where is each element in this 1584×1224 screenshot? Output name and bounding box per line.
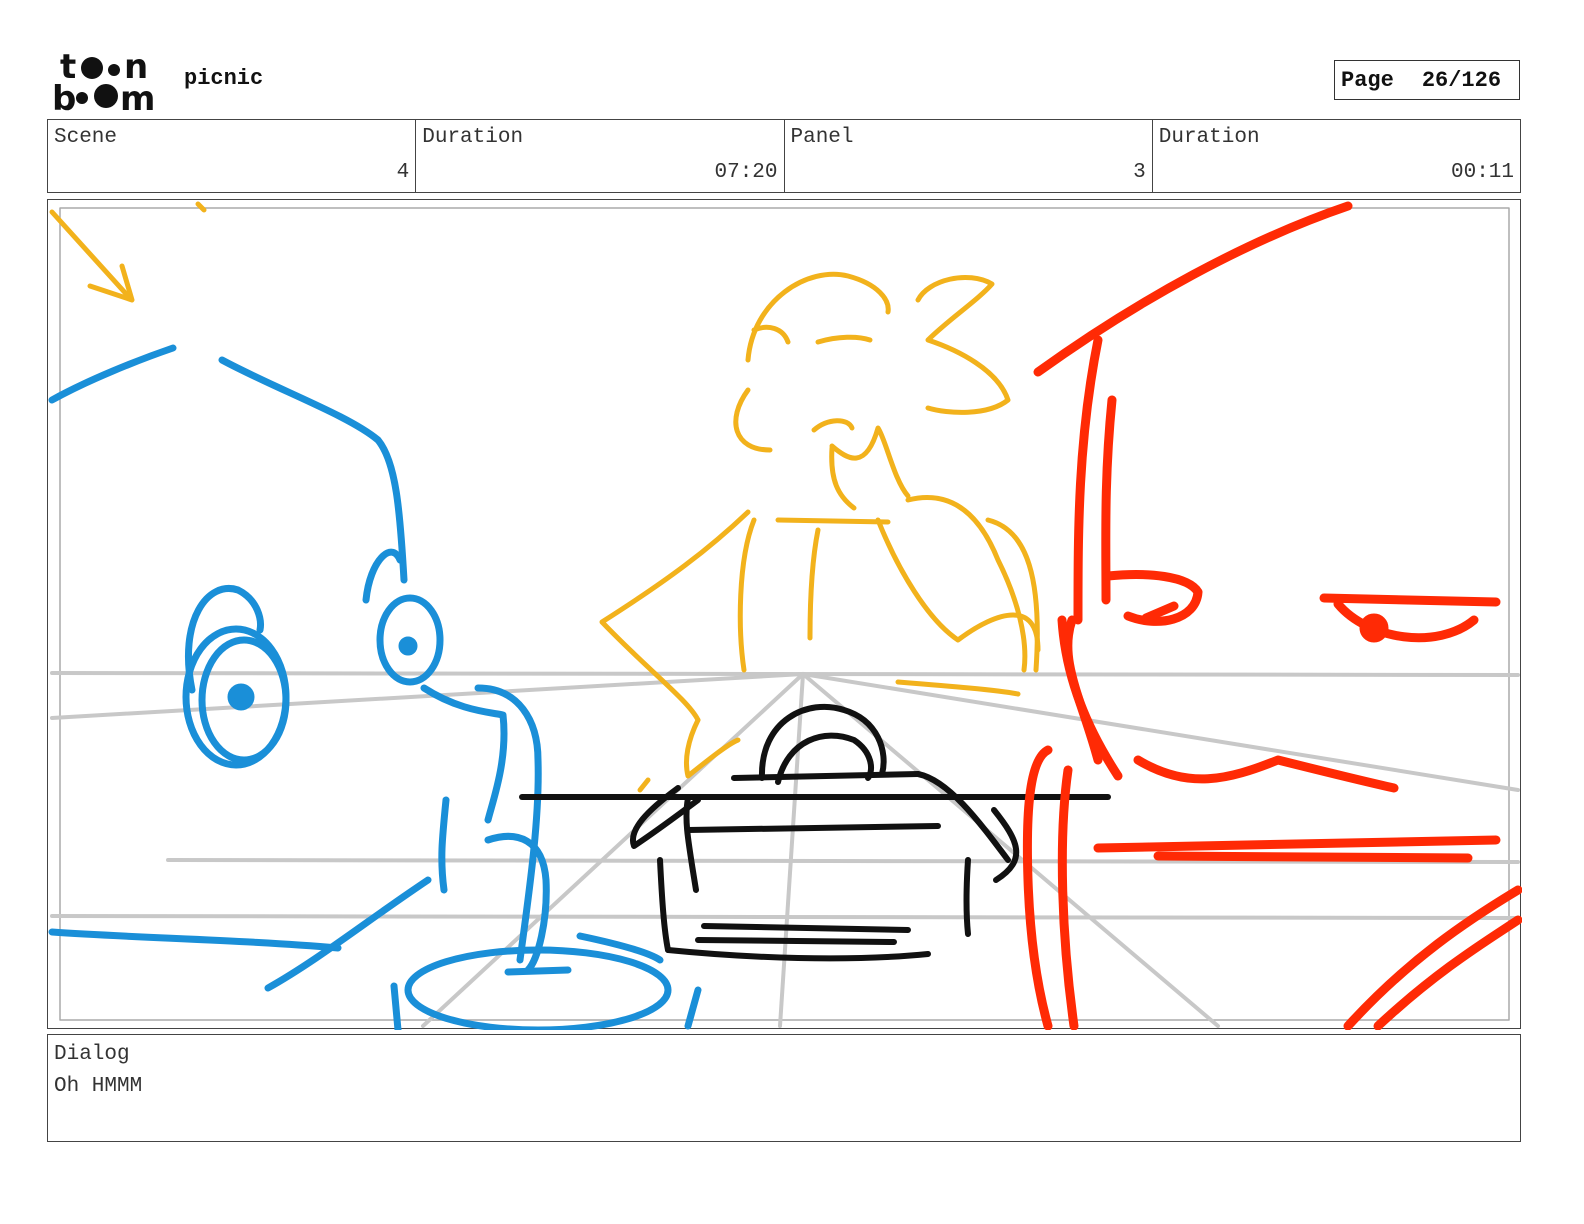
svg-text:b: b	[52, 79, 76, 114]
scene-value: 4	[396, 161, 410, 184]
scene-cell: Scene 4	[48, 120, 417, 192]
safe-frame	[59, 207, 1510, 1021]
project-title: picnic	[184, 66, 264, 91]
dialog-text: Oh HMMM	[54, 1075, 143, 1098]
blue-character	[48, 344, 702, 1030]
panel-sketch	[48, 201, 1522, 1030]
panel-duration-cell: Duration 00:11	[1153, 120, 1520, 192]
page-number: 26/126	[1421, 67, 1502, 93]
toon-boom-logo: t n b m	[52, 48, 155, 114]
panel-duration-value: 00:11	[1450, 161, 1514, 184]
dialog-box: Dialog Oh HMMM	[47, 1034, 1521, 1142]
yellow-arrow	[49, 201, 207, 303]
page-label: Page	[1341, 67, 1394, 93]
yellow-character	[599, 271, 1041, 793]
picnic-basket	[519, 703, 1111, 962]
svg-text:m: m	[120, 79, 155, 114]
panel-label: Panel	[790, 126, 854, 149]
panel-value: 3	[1133, 161, 1146, 184]
scene-duration-value: 07:20	[714, 161, 778, 184]
red-character	[1022, 201, 1522, 1030]
info-bar: Scene 4 Duration 07:20 Panel 3 Duration …	[47, 119, 1521, 193]
page-indicator: Page 26/126	[1334, 60, 1520, 100]
scene-duration-label: Duration	[422, 126, 524, 149]
panel-duration-label: Duration	[1158, 126, 1260, 149]
scene-label: Scene	[54, 126, 118, 149]
perspective-guides	[50, 671, 1520, 1028]
storyboard-panel	[47, 199, 1522, 1030]
panel-cell: Panel 3	[785, 120, 1153, 192]
dialog-label: Dialog	[54, 1043, 130, 1066]
scene-duration-cell: Duration 07:20	[416, 120, 785, 192]
